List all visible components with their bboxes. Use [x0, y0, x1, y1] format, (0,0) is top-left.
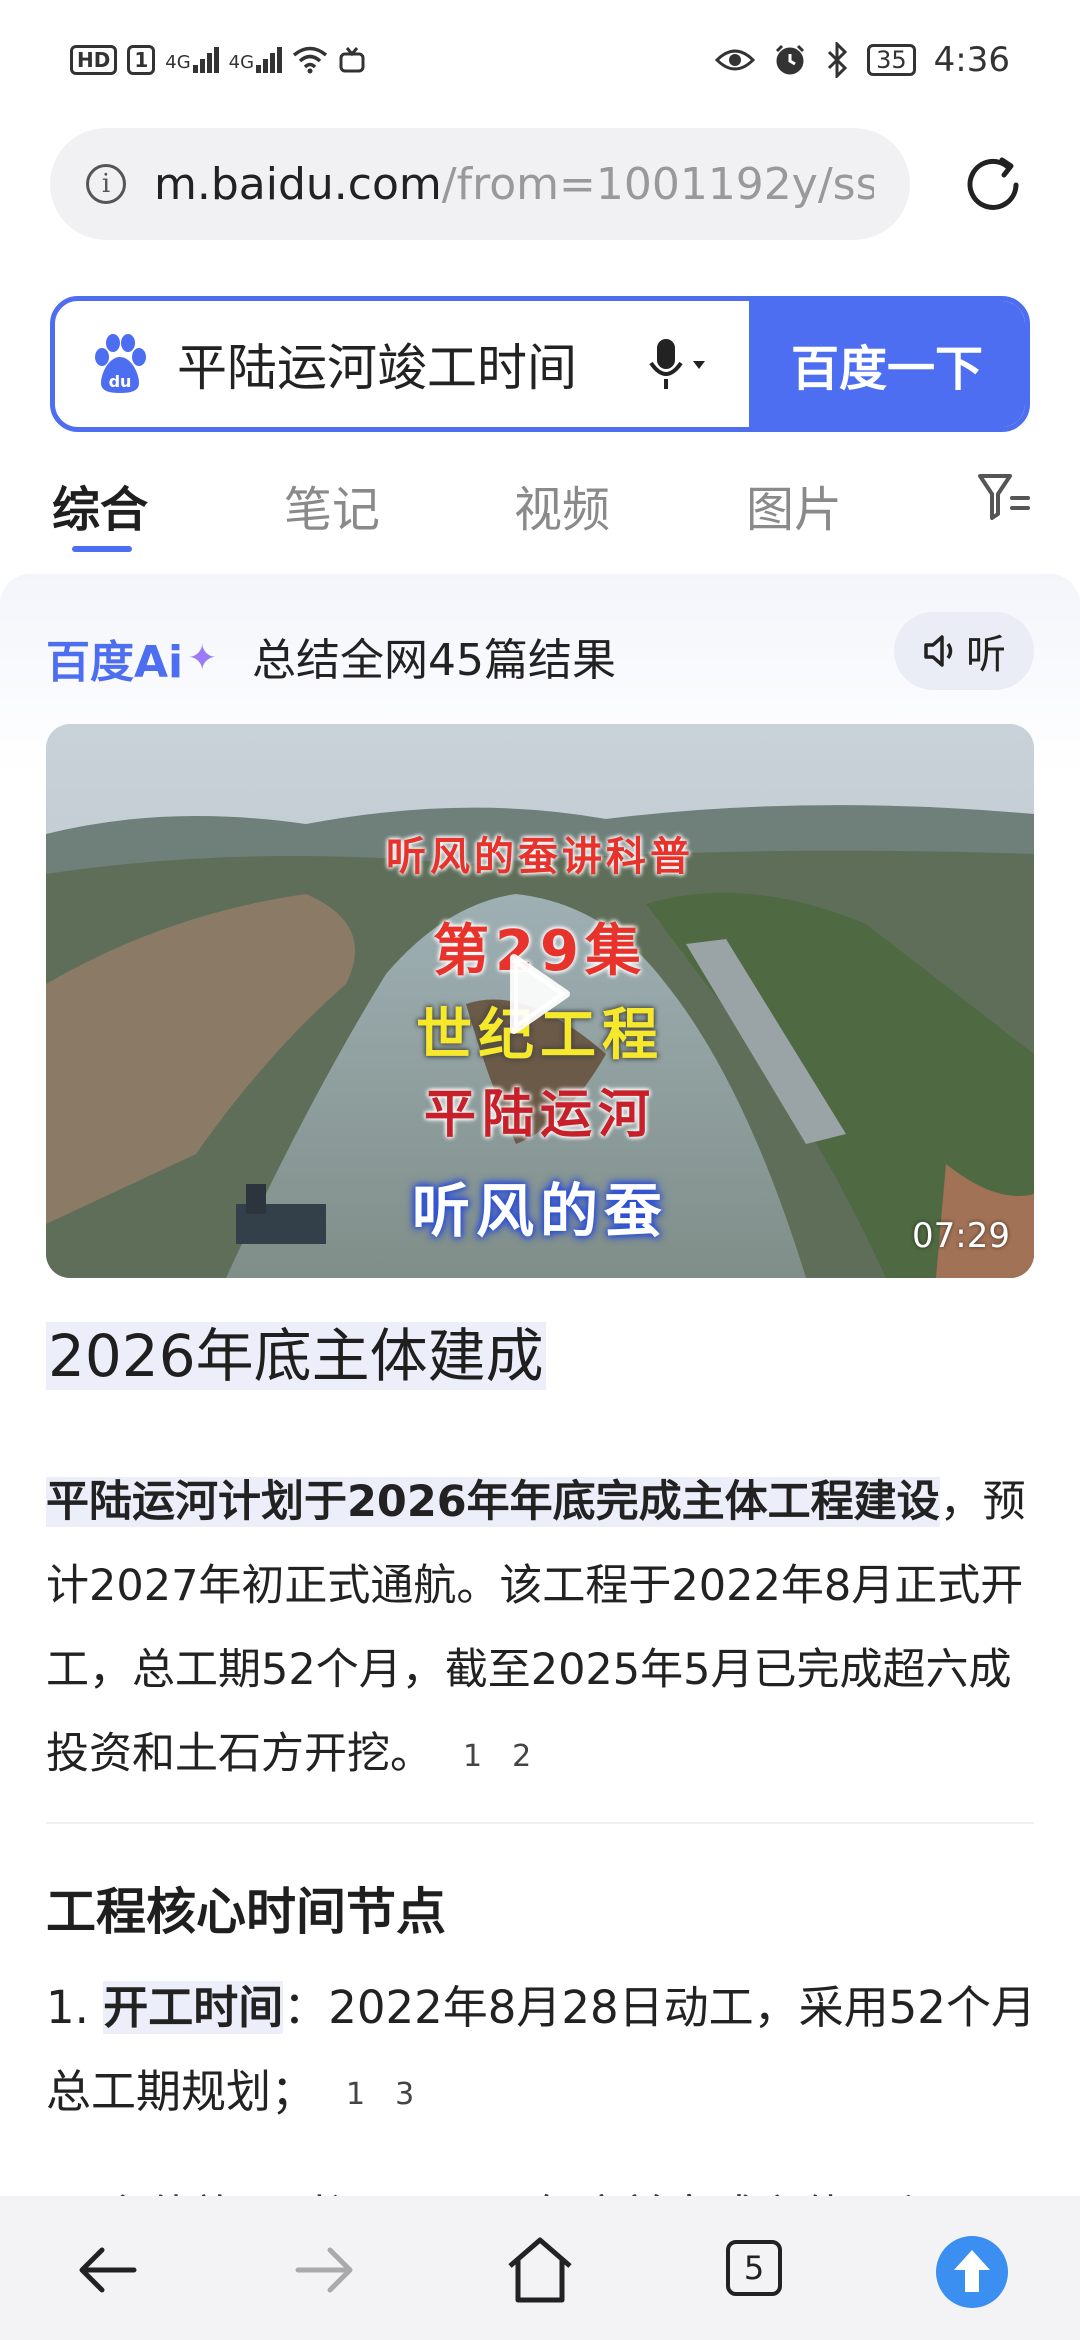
home-icon[interactable]	[502, 2232, 578, 2308]
video-caption-5: 听风的蚕	[411, 1177, 668, 1245]
up-arrow-icon	[954, 2250, 990, 2292]
result-tabs: 综合 笔记 视频 图片	[0, 460, 1080, 560]
hd-indicator: HD	[70, 45, 118, 75]
status-bar: HD 1 4G 4G 35 4:36	[0, 0, 1080, 120]
active-tab-indicator	[72, 546, 132, 552]
search-query[interactable]: 平陆运河竣工时间	[177, 328, 577, 400]
eye-icon	[715, 49, 756, 71]
citation-ref[interactable]: 1	[346, 2077, 365, 2112]
listen-button[interactable]: 听	[894, 612, 1034, 690]
reload-icon[interactable]	[958, 150, 1028, 220]
microphone-icon[interactable]	[649, 337, 713, 393]
video-thumbnail[interactable]: 听风的蚕讲科普 第29集 世纪工程 平陆运河 听风的蚕 07:29	[46, 724, 1034, 1278]
video-caption-1: 听风的蚕讲科普	[386, 834, 694, 880]
info-icon[interactable]: i	[86, 164, 126, 204]
listen-label: 听	[966, 632, 1006, 678]
battery-indicator: 35	[867, 44, 916, 76]
back-arrow-icon[interactable]	[70, 2232, 146, 2308]
answer-headline: 2026年底主体建成	[46, 1322, 546, 1390]
bluetooth-icon	[828, 42, 848, 78]
ai-summary-text: 总结全网45篇结果	[252, 635, 616, 686]
tab-general[interactable]: 综合	[52, 470, 148, 540]
baidu-ai-logo: 百度Ai ✦	[46, 637, 218, 688]
search-input[interactable]: du 平陆运河竣工时间	[55, 301, 749, 427]
tab-videos[interactable]: 视频	[514, 470, 610, 540]
list-item: 1. 开工时间：2022年8月28日动工，采用52个月总工期规划； 1 3	[46, 1966, 1036, 2137]
forward-arrow-icon[interactable]	[286, 2232, 362, 2308]
list-item-key: 开工时间	[103, 1981, 284, 2034]
section-divider	[46, 1822, 1034, 1824]
signal-icon-2: 4G	[229, 47, 283, 73]
citation-ref[interactable]: 3	[395, 2077, 414, 2112]
speaker-icon	[924, 635, 953, 667]
url-bar[interactable]: i m.baidu.com/from=1001192y/ssic	[50, 128, 910, 240]
tab-notes[interactable]: 笔记	[284, 470, 380, 540]
signal-icon: 4G	[165, 47, 219, 73]
alarm-icon	[776, 44, 805, 75]
citation-ref[interactable]: 1	[463, 1739, 482, 1774]
svg-text:du: du	[109, 372, 132, 391]
tv-icon	[339, 47, 365, 73]
scroll-up-button[interactable]	[936, 2236, 1008, 2308]
search-box[interactable]: du 平陆运河竣工时间 百度一下	[50, 296, 1030, 432]
section-title: 工程核心时间节点	[46, 1883, 446, 1941]
bottom-nav	[0, 2196, 1080, 2340]
filter-icon[interactable]	[976, 470, 1032, 524]
tab-images[interactable]: 图片	[746, 470, 842, 540]
answer-highlight: 平陆运河计划于2026年年底完成主体工程建设	[46, 1477, 940, 1527]
url-text[interactable]: m.baidu.com/from=1001192y/ssic	[154, 159, 874, 210]
video-duration: 07:29	[912, 1216, 1010, 1256]
tabs-count-button[interactable]: 5	[726, 2240, 782, 2296]
baidu-paw-icon: du	[95, 334, 146, 393]
url-host: m.baidu.com	[154, 158, 442, 210]
search-button[interactable]: 百度一下	[749, 301, 1025, 427]
wifi-icon	[292, 46, 328, 74]
play-icon[interactable]	[508, 952, 572, 1036]
clock: 4:36	[933, 40, 1010, 80]
sim-indicator: 1	[127, 45, 156, 75]
status-right: 35 4:36	[715, 40, 1010, 80]
video-caption-4: 平陆运河	[423, 1085, 656, 1145]
url-path: /from=1001192y/ssic	[441, 158, 874, 210]
list-item-number: 1.	[46, 1981, 89, 2034]
status-left: HD 1 4G 4G	[70, 40, 366, 80]
citation-ref[interactable]: 2	[512, 1739, 531, 1774]
sparkle-icon: ✦	[187, 637, 218, 679]
answer-paragraph: 平陆运河计划于2026年年底完成主体工程建设，预计2027年初正式通航。该工程于…	[46, 1460, 1036, 1799]
